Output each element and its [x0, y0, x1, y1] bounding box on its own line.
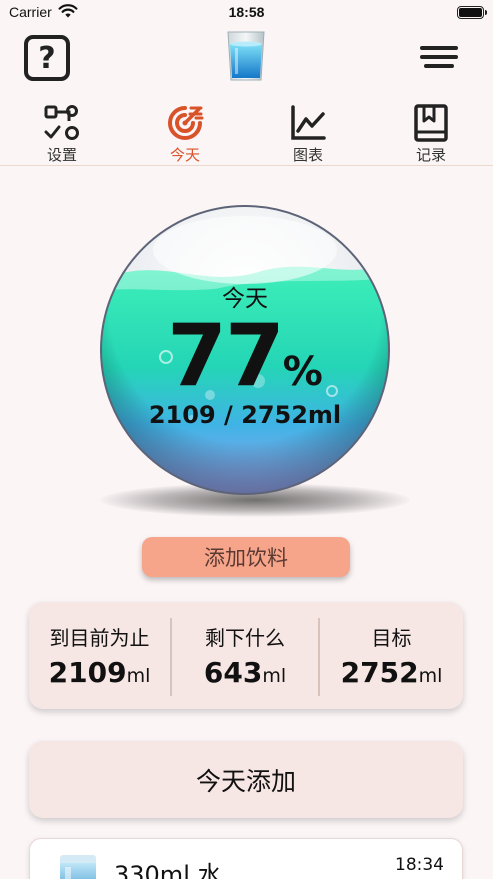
list-item[interactable]: 330ml 水 18:34: [29, 838, 463, 879]
stat-so-far-value: 2109ml: [48, 656, 151, 689]
status-bar: Carrier 18:58: [0, 0, 493, 26]
target-icon: [168, 106, 204, 140]
tab-settings-label: 设置: [46, 146, 77, 164]
stat-goal: 目标 2752ml: [320, 602, 463, 709]
stat-remaining-label: 剩下什么: [205, 626, 285, 650]
entry-time: 18:34: [395, 855, 444, 875]
stats-card: 到目前为止 2109ml 剩下什么 643ml 目标 2752ml: [29, 602, 463, 709]
tab-charts-label: 图表: [292, 146, 323, 164]
stat-remaining-value: 643ml: [203, 656, 287, 689]
stat-goal-value: 2752ml: [340, 656, 443, 689]
percent-sign: %: [282, 349, 323, 395]
status-time: 18:58: [228, 4, 265, 20]
help-question-icon: ?: [38, 40, 56, 76]
stat-remaining: 剩下什么 643ml: [172, 602, 318, 709]
bookmark-book-icon: [414, 104, 448, 142]
tab-today-label: 今天: [169, 146, 200, 164]
progress-amount: 2109 / 2752ml: [148, 401, 342, 429]
tab-bar: 设置 今天 图表 记录: [0, 100, 493, 166]
progress-percent: 77%: [100, 313, 390, 399]
today-added-header[interactable]: 今天添加: [29, 741, 463, 818]
percent-value: 77: [167, 306, 285, 406]
water-glass-icon: [227, 31, 265, 81]
menu-button[interactable]: [420, 46, 458, 70]
tab-records[interactable]: 记录: [391, 100, 471, 166]
battery-icon: [457, 6, 487, 19]
stat-goal-label: 目标: [371, 626, 412, 650]
tab-today[interactable]: 今天: [145, 100, 225, 166]
settings-flow-icon: [44, 105, 79, 140]
tab-records-label: 记录: [415, 146, 446, 164]
water-glass-icon: [60, 855, 96, 879]
help-button[interactable]: ?: [24, 35, 70, 81]
tab-charts[interactable]: 图表: [268, 100, 348, 166]
stat-so-far-label: 到目前为止: [49, 626, 150, 650]
sphere-readout: 今天 77% 2109 / 2752ml: [100, 205, 390, 495]
tab-settings[interactable]: 设置: [22, 100, 102, 166]
hamburger-menu-icon: [420, 46, 458, 50]
add-drink-button[interactable]: 添加饮料: [142, 537, 350, 577]
entry-title: 330ml 水: [114, 861, 222, 879]
line-chart-icon: [291, 105, 326, 140]
stat-so-far: 到目前为止 2109ml: [29, 602, 170, 709]
